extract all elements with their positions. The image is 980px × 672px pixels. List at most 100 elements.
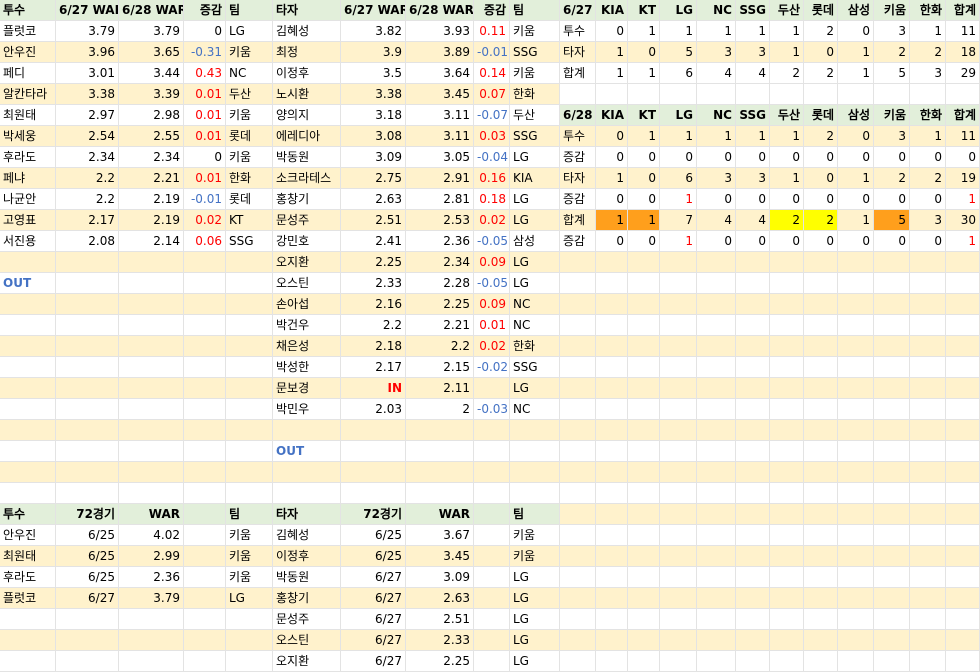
cell[interactable]: NC bbox=[510, 399, 560, 420]
cell[interactable]: 2.51 bbox=[341, 210, 406, 231]
cell[interactable]: 3.11 bbox=[406, 105, 474, 126]
cell[interactable] bbox=[910, 462, 946, 483]
cell[interactable]: 0 bbox=[874, 189, 910, 210]
cell[interactable]: 2.81 bbox=[406, 189, 474, 210]
cell[interactable] bbox=[874, 273, 910, 294]
cell[interactable] bbox=[697, 357, 736, 378]
cell[interactable] bbox=[910, 651, 946, 672]
cell[interactable]: 4 bbox=[736, 63, 770, 84]
cell[interactable] bbox=[874, 336, 910, 357]
cell[interactable] bbox=[474, 378, 510, 399]
cell[interactable] bbox=[474, 525, 510, 546]
cell[interactable]: 6/27 WAR bbox=[341, 0, 406, 21]
cell[interactable]: 0.07 bbox=[474, 84, 510, 105]
cell[interactable]: 6/25 bbox=[56, 546, 119, 567]
cell[interactable] bbox=[946, 609, 980, 630]
cell[interactable]: 박건우 bbox=[273, 315, 341, 336]
cell[interactable] bbox=[596, 630, 628, 651]
cell[interactable] bbox=[560, 84, 596, 105]
cell[interactable] bbox=[226, 399, 273, 420]
cell[interactable] bbox=[341, 420, 406, 441]
cell[interactable]: 2.17 bbox=[56, 210, 119, 231]
cell[interactable] bbox=[628, 315, 660, 336]
cell[interactable] bbox=[56, 441, 119, 462]
cell[interactable] bbox=[226, 378, 273, 399]
cell[interactable] bbox=[596, 609, 628, 630]
cell[interactable]: 한화 bbox=[226, 168, 273, 189]
cell[interactable]: WAR bbox=[119, 504, 184, 525]
cell[interactable] bbox=[560, 441, 596, 462]
cell[interactable]: 투수 bbox=[0, 0, 56, 21]
cell[interactable]: 0.02 bbox=[474, 336, 510, 357]
cell[interactable] bbox=[736, 483, 770, 504]
cell[interactable]: -0.31 bbox=[184, 42, 226, 63]
cell[interactable] bbox=[770, 525, 804, 546]
cell[interactable] bbox=[838, 294, 874, 315]
cell[interactable]: 72경기 bbox=[56, 504, 119, 525]
cell[interactable]: 페냐 bbox=[0, 168, 56, 189]
cell[interactable] bbox=[56, 483, 119, 504]
cell[interactable]: 롯데 bbox=[804, 0, 838, 21]
cell[interactable] bbox=[560, 567, 596, 588]
cell[interactable] bbox=[910, 525, 946, 546]
cell[interactable]: 2.36 bbox=[119, 567, 184, 588]
cell[interactable] bbox=[560, 315, 596, 336]
cell[interactable] bbox=[946, 336, 980, 357]
cell[interactable] bbox=[736, 567, 770, 588]
cell[interactable] bbox=[406, 420, 474, 441]
cell[interactable]: 3.9 bbox=[341, 42, 406, 63]
cell[interactable]: 안우진 bbox=[0, 525, 56, 546]
cell[interactable] bbox=[697, 378, 736, 399]
cell[interactable] bbox=[697, 546, 736, 567]
cell[interactable] bbox=[874, 567, 910, 588]
cell[interactable]: 타자 bbox=[560, 168, 596, 189]
cell[interactable] bbox=[119, 294, 184, 315]
cell[interactable] bbox=[184, 567, 226, 588]
cell[interactable]: 0.14 bbox=[474, 63, 510, 84]
cell[interactable] bbox=[341, 462, 406, 483]
cell[interactable]: 2.33 bbox=[406, 630, 474, 651]
cell[interactable]: 2.14 bbox=[119, 231, 184, 252]
cell[interactable] bbox=[474, 441, 510, 462]
cell[interactable]: 3.45 bbox=[406, 84, 474, 105]
cell[interactable] bbox=[0, 630, 56, 651]
cell[interactable]: 0.06 bbox=[184, 231, 226, 252]
cell[interactable]: 4 bbox=[697, 63, 736, 84]
cell[interactable] bbox=[560, 462, 596, 483]
cell[interactable] bbox=[560, 252, 596, 273]
cell[interactable]: 0.02 bbox=[474, 210, 510, 231]
cell[interactable]: 투수 bbox=[0, 504, 56, 525]
cell[interactable]: 한화 bbox=[910, 0, 946, 21]
cell[interactable] bbox=[804, 441, 838, 462]
cell[interactable]: 후라도 bbox=[0, 147, 56, 168]
cell[interactable]: 1 bbox=[596, 63, 628, 84]
cell[interactable]: 서진용 bbox=[0, 231, 56, 252]
cell[interactable]: 1 bbox=[910, 126, 946, 147]
cell[interactable]: 2.2 bbox=[406, 336, 474, 357]
cell[interactable] bbox=[0, 399, 56, 420]
cell[interactable] bbox=[119, 630, 184, 651]
cell[interactable] bbox=[660, 252, 697, 273]
cell[interactable] bbox=[226, 420, 273, 441]
cell[interactable]: 0 bbox=[910, 147, 946, 168]
cell[interactable]: 2.98 bbox=[119, 105, 184, 126]
cell[interactable]: 1 bbox=[697, 126, 736, 147]
cell[interactable] bbox=[119, 483, 184, 504]
cell[interactable]: 박민우 bbox=[273, 399, 341, 420]
cell[interactable] bbox=[770, 462, 804, 483]
cell[interactable]: 2.63 bbox=[341, 189, 406, 210]
cell[interactable]: KIA bbox=[596, 105, 628, 126]
cell[interactable]: 0 bbox=[910, 231, 946, 252]
cell[interactable]: 채은성 bbox=[273, 336, 341, 357]
cell[interactable]: 6/27 bbox=[341, 567, 406, 588]
cell[interactable]: 타자 bbox=[273, 504, 341, 525]
cell[interactable]: 0 bbox=[736, 231, 770, 252]
cell[interactable] bbox=[226, 609, 273, 630]
cell[interactable] bbox=[910, 504, 946, 525]
cell[interactable] bbox=[697, 609, 736, 630]
cell[interactable]: 2.21 bbox=[406, 315, 474, 336]
cell[interactable] bbox=[946, 357, 980, 378]
cell[interactable]: 0 bbox=[736, 189, 770, 210]
cell[interactable] bbox=[596, 462, 628, 483]
cell[interactable]: 롯데 bbox=[226, 126, 273, 147]
